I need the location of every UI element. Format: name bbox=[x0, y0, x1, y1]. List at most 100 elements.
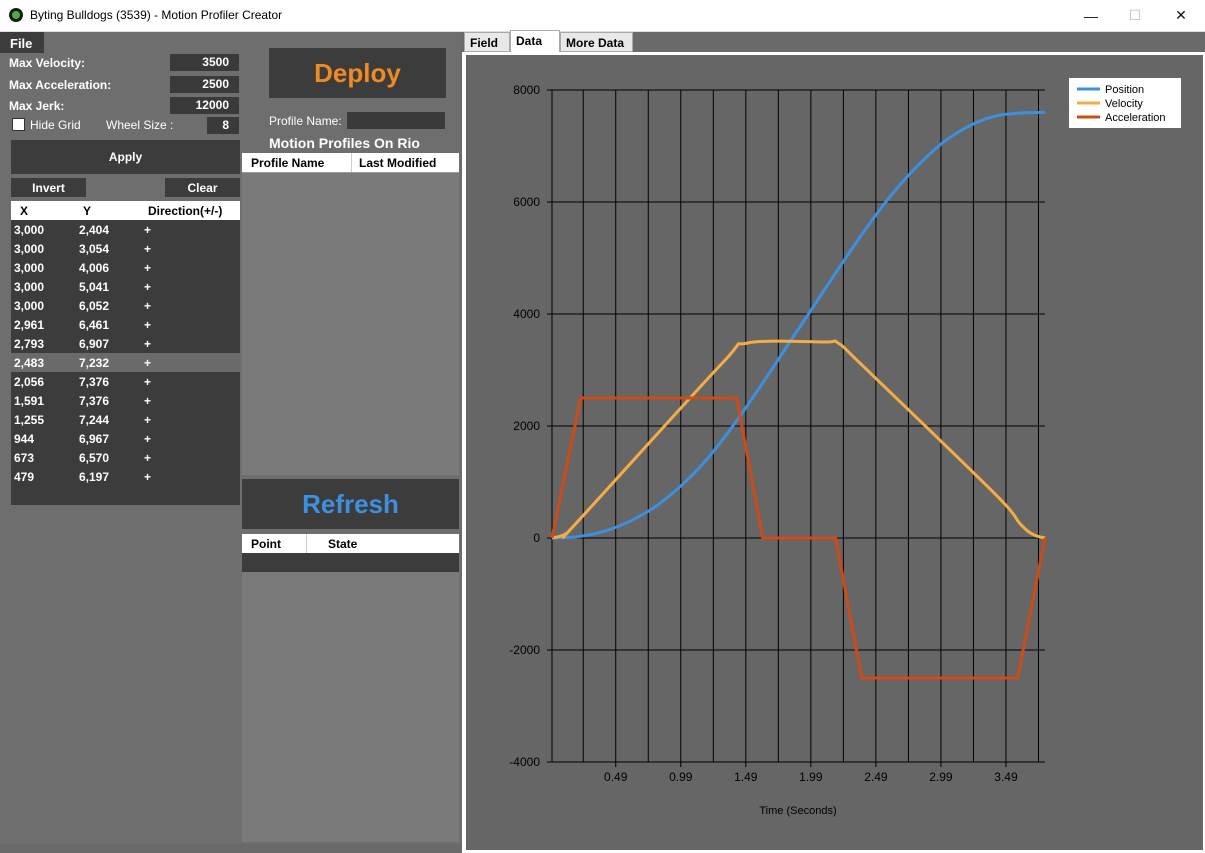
status-list[interactable] bbox=[242, 572, 459, 842]
table-row[interactable]: 1,255 7,244 + bbox=[11, 410, 240, 429]
direction-cell[interactable]: + bbox=[144, 451, 151, 465]
x-tick-label: 0.49 bbox=[604, 770, 628, 784]
column-header-state[interactable]: State bbox=[328, 537, 357, 551]
x-tick-label: 0.99 bbox=[669, 770, 693, 784]
direction-cell[interactable]: + bbox=[144, 280, 151, 294]
y-cell[interactable]: 7,232 bbox=[79, 356, 109, 370]
profiles-list[interactable] bbox=[242, 173, 459, 475]
table-row[interactable]: 673 6,570 + bbox=[11, 448, 240, 467]
tab-field[interactable]: Field bbox=[464, 32, 510, 52]
max-jerk-label: Max Jerk: bbox=[9, 99, 65, 113]
table-row[interactable]: 479 6,197 + bbox=[11, 467, 240, 486]
y-cell[interactable]: 6,907 bbox=[79, 337, 109, 351]
y-cell[interactable]: 6,461 bbox=[79, 318, 109, 332]
y-cell[interactable]: 7,244 bbox=[79, 413, 109, 427]
tab-more-data[interactable]: More Data bbox=[560, 32, 633, 52]
y-cell[interactable]: 4,006 bbox=[79, 261, 109, 275]
x-cell[interactable]: 479 bbox=[14, 470, 34, 484]
points-table-empty-row[interactable] bbox=[11, 486, 240, 505]
table-row[interactable]: 2,793 6,907 + bbox=[11, 334, 240, 353]
y-cell[interactable]: 7,376 bbox=[79, 375, 109, 389]
x-cell[interactable]: 1,255 bbox=[14, 413, 44, 427]
direction-cell[interactable]: + bbox=[144, 356, 151, 370]
column-header-direction[interactable]: Direction(+/-) bbox=[148, 204, 222, 218]
y-tick-label: -4000 bbox=[509, 755, 540, 769]
x-cell[interactable]: 2,961 bbox=[14, 318, 44, 332]
table-row[interactable]: 2,483 7,232 + bbox=[11, 353, 240, 372]
column-header-y[interactable]: Y bbox=[83, 204, 91, 218]
max-jerk-input[interactable]: 12000 bbox=[170, 97, 239, 114]
direction-cell[interactable]: + bbox=[144, 413, 151, 427]
y-tick-label: 0 bbox=[533, 531, 540, 545]
y-cell[interactable]: 6,197 bbox=[79, 470, 109, 484]
direction-cell[interactable]: + bbox=[144, 375, 151, 389]
title-bar: Byting Bulldogs (3539) - Motion Profiler… bbox=[0, 0, 1205, 32]
deploy-button[interactable]: Deploy bbox=[269, 48, 446, 98]
x-tick-label: 2.99 bbox=[929, 770, 953, 784]
y-cell[interactable]: 3,054 bbox=[79, 242, 109, 256]
direction-cell[interactable]: + bbox=[144, 318, 151, 332]
x-cell[interactable]: 3,000 bbox=[14, 242, 44, 256]
direction-cell[interactable]: + bbox=[144, 242, 151, 256]
y-cell[interactable]: 6,967 bbox=[79, 432, 109, 446]
maximize-button[interactable]: ☐ bbox=[1112, 0, 1158, 31]
table-row[interactable]: 2,056 7,376 + bbox=[11, 372, 240, 391]
close-button[interactable]: ✕ bbox=[1158, 0, 1204, 31]
x-cell[interactable]: 3,000 bbox=[14, 280, 44, 294]
wheel-size-input[interactable]: 8 bbox=[207, 117, 239, 134]
clear-button[interactable]: Clear bbox=[165, 178, 240, 197]
refresh-button[interactable]: Refresh bbox=[242, 479, 459, 529]
x-cell[interactable]: 3,000 bbox=[14, 299, 44, 313]
column-header-point[interactable]: Point bbox=[251, 537, 281, 551]
y-cell[interactable]: 2,404 bbox=[79, 223, 109, 237]
column-header-last-modified[interactable]: Last Modified bbox=[359, 156, 436, 170]
column-header-profile-name[interactable]: Profile Name bbox=[251, 156, 324, 170]
max-acceleration-label: Max Acceleration: bbox=[9, 78, 112, 92]
x-cell[interactable]: 2,483 bbox=[14, 356, 44, 370]
table-row[interactable]: 1,591 7,376 + bbox=[11, 391, 240, 410]
direction-cell[interactable]: + bbox=[144, 337, 151, 351]
table-row[interactable]: 3,000 5,041 + bbox=[11, 277, 240, 296]
y-cell[interactable]: 5,041 bbox=[79, 280, 109, 294]
hide-grid-checkbox[interactable] bbox=[12, 118, 25, 131]
direction-cell[interactable]: + bbox=[144, 223, 151, 237]
table-row[interactable]: 3,000 3,054 + bbox=[11, 239, 240, 258]
profile-name-input[interactable] bbox=[347, 112, 445, 129]
table-row[interactable]: 3,000 6,052 + bbox=[11, 296, 240, 315]
table-row[interactable]: 2,961 6,461 + bbox=[11, 315, 240, 334]
window-title: Byting Bulldogs (3539) - Motion Profiler… bbox=[30, 8, 283, 22]
direction-cell[interactable]: + bbox=[144, 261, 151, 275]
tab-data[interactable]: Data bbox=[510, 30, 560, 52]
minimize-button[interactable]: — bbox=[1068, 0, 1114, 31]
x-cell[interactable]: 1,591 bbox=[14, 394, 44, 408]
y-tick-label: 8000 bbox=[513, 83, 540, 97]
direction-cell[interactable]: + bbox=[144, 394, 151, 408]
status-table-empty-row[interactable] bbox=[242, 553, 459, 572]
table-row[interactable]: 3,000 2,404 + bbox=[11, 220, 240, 239]
y-tick-label: 2000 bbox=[513, 419, 540, 433]
x-cell[interactable]: 2,793 bbox=[14, 337, 44, 351]
file-menu[interactable]: File bbox=[0, 32, 44, 53]
x-tick-label: 1.99 bbox=[799, 770, 823, 784]
direction-cell[interactable]: + bbox=[144, 470, 151, 484]
max-velocity-input[interactable]: 3500 bbox=[170, 54, 239, 71]
table-row[interactable]: 944 6,967 + bbox=[11, 429, 240, 448]
x-tick-label: 1.49 bbox=[734, 770, 758, 784]
x-cell[interactable]: 3,000 bbox=[14, 223, 44, 237]
column-header-x[interactable]: X bbox=[20, 204, 28, 218]
x-cell[interactable]: 673 bbox=[14, 451, 34, 465]
max-acceleration-input[interactable]: 2500 bbox=[170, 76, 239, 93]
x-axis-label: Time (Seconds) bbox=[759, 805, 836, 817]
y-cell[interactable]: 6,570 bbox=[79, 451, 109, 465]
x-cell[interactable]: 2,056 bbox=[14, 375, 44, 389]
x-cell[interactable]: 944 bbox=[14, 432, 34, 446]
apply-button[interactable]: Apply bbox=[11, 140, 240, 174]
invert-button[interactable]: Invert bbox=[11, 178, 86, 197]
x-cell[interactable]: 3,000 bbox=[14, 261, 44, 275]
y-cell[interactable]: 6,052 bbox=[79, 299, 109, 313]
direction-cell[interactable]: + bbox=[144, 299, 151, 313]
y-cell[interactable]: 7,376 bbox=[79, 394, 109, 408]
direction-cell[interactable]: + bbox=[144, 432, 151, 446]
legend-label: Position bbox=[1105, 84, 1144, 96]
table-row[interactable]: 3,000 4,006 + bbox=[11, 258, 240, 277]
